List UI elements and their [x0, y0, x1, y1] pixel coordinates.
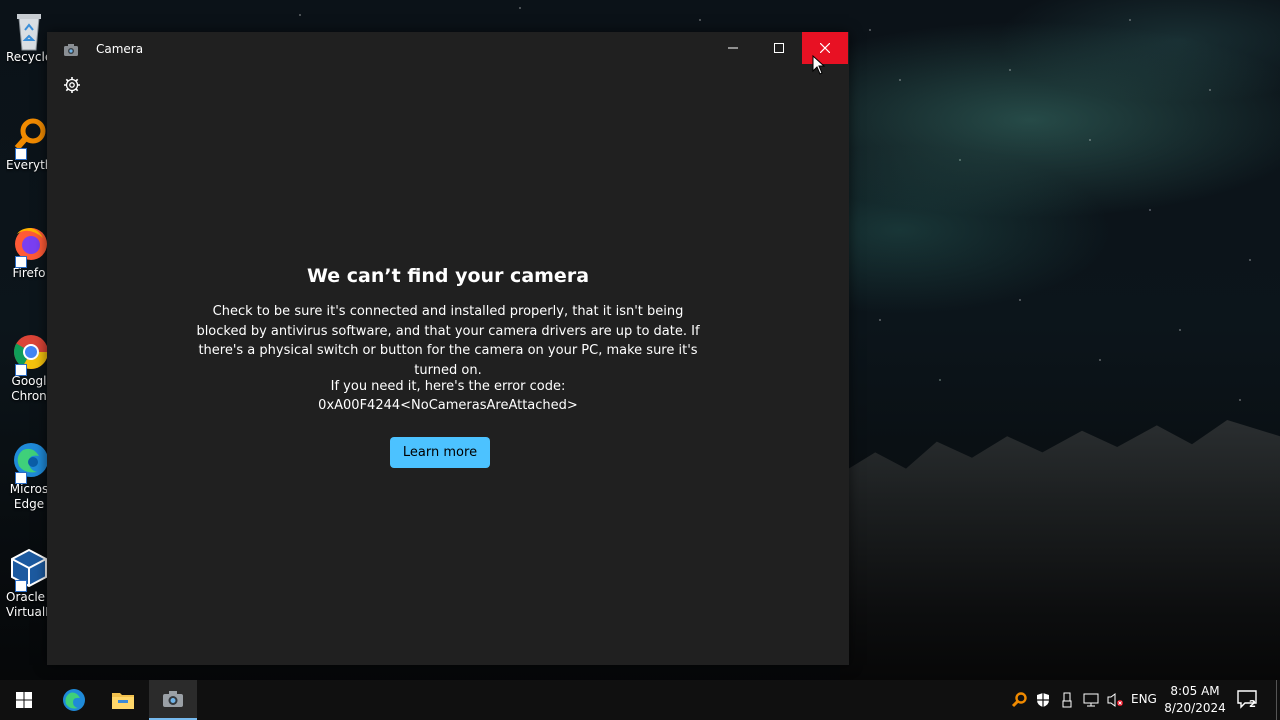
camera-window: Camera We can’t find your camera Check t…: [47, 32, 849, 665]
show-desktop-button[interactable]: [1276, 680, 1277, 720]
taskbar-edge-button[interactable]: [50, 680, 98, 720]
desktop-icon-firefox[interactable]: Firefo: [6, 224, 52, 281]
close-icon: [820, 43, 830, 53]
error-description: Check to be sure it's connected and inst…: [196, 304, 700, 378]
desktop-icon-label-line2: VirtualB: [6, 605, 52, 619]
taskbar-file-explorer-button[interactable]: [99, 680, 147, 720]
desktop-icon-label: Oracle V: [6, 590, 52, 604]
everything-search-icon: [9, 116, 49, 160]
error-code-intro: If you need it, here's the error code:: [330, 379, 566, 394]
windows-start-icon: [16, 692, 32, 708]
tray-security-shield-icon[interactable]: [1033, 690, 1053, 710]
shortcut-arrow-icon: [15, 256, 27, 268]
file-explorer-icon: [112, 693, 134, 709]
wallpaper-mountains: [840, 420, 1280, 690]
desktop-icon-virtualbox[interactable]: Oracle V VirtualB: [6, 548, 52, 620]
desktop-icon-label: Firefo: [12, 266, 46, 280]
taskbar-camera-button[interactable]: [149, 680, 197, 720]
mouse-cursor-icon: [812, 54, 826, 75]
virtualbox-icon: [9, 548, 49, 592]
desktop-icon-edge[interactable]: Micros Edge: [6, 440, 52, 512]
error-code-block: If you need it, here's the error code: 0…: [192, 377, 704, 415]
tray-network-icon[interactable]: [1081, 690, 1101, 710]
edge-icon: [63, 689, 85, 711]
window-title: Camera: [96, 42, 144, 56]
shortcut-arrow-icon: [15, 580, 27, 592]
tray-usb-icon[interactable]: [1057, 690, 1077, 710]
maximize-button[interactable]: [756, 32, 802, 64]
settings-button[interactable]: [63, 76, 81, 94]
error-title: We can’t find your camera: [306, 265, 590, 287]
tray-clock[interactable]: 8:05 AM 8/20/2024: [1163, 683, 1227, 717]
error-code: 0xA00F4244<NoCamerasAreAttached>: [318, 398, 578, 413]
edge-icon: [9, 440, 49, 484]
input-language-indicator[interactable]: ENG: [1131, 692, 1157, 706]
recycle-bin-icon: [9, 8, 49, 51]
desktop-icon-label: Googl: [11, 374, 47, 388]
camera-icon: [63, 42, 79, 56]
tray-everything-icon[interactable]: [1009, 690, 1029, 710]
camera-icon: [163, 691, 183, 707]
desktop-icon-label: Recycle: [6, 50, 52, 64]
tray-volume-muted-icon[interactable]: [1105, 690, 1125, 710]
minimize-button[interactable]: [710, 32, 756, 64]
shortcut-arrow-icon: [15, 148, 27, 160]
firefox-icon: [9, 224, 49, 268]
desktop-icon-label: Micros: [9, 482, 49, 496]
desktop-icon-chrome[interactable]: Googl Chron: [6, 332, 52, 404]
desktop-icon-label: Everyth: [6, 158, 52, 172]
desktop-icon-everything[interactable]: Everyth: [6, 116, 52, 173]
shortcut-arrow-icon: [15, 472, 27, 484]
clock-time: 8:05 AM: [1170, 684, 1220, 698]
minimize-icon: [728, 47, 738, 49]
desktop-icon-label-line2: Edge: [13, 497, 45, 511]
shortcut-arrow-icon: [15, 364, 27, 376]
maximize-icon: [774, 43, 784, 53]
clock-date: 8/20/2024: [1164, 701, 1226, 715]
title-bar[interactable]: Camera: [47, 32, 849, 66]
taskbar: ENG 8:05 AM 8/20/2024 2: [0, 680, 1280, 720]
notification-count-badge: 2: [1249, 699, 1256, 710]
desktop-icon-recycle-bin[interactable]: Recycle: [6, 8, 52, 65]
action-center-button[interactable]: [1236, 688, 1260, 712]
start-button[interactable]: [0, 680, 48, 720]
chrome-icon: [9, 332, 49, 376]
gear-icon: [64, 77, 80, 93]
desktop-icon-label-line2: Chron: [11, 389, 47, 403]
learn-more-button[interactable]: Learn more: [390, 437, 490, 468]
